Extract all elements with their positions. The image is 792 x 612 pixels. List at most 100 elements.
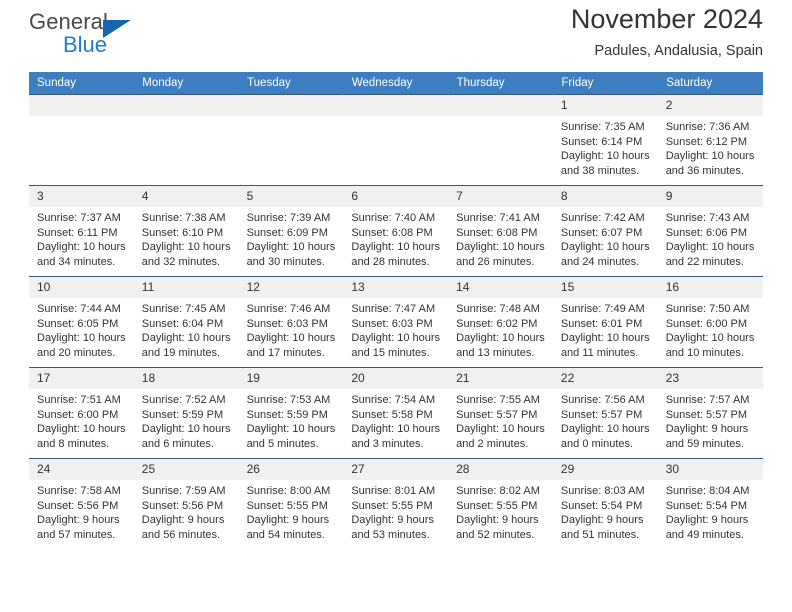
calendar-cell-day[interactable]: 9 Sunrise: 7:43 AM Sunset: 6:06 PM Daylight… [657, 185, 763, 277]
calendar-cell-empty [133, 94, 239, 186]
calendar-cell-day[interactable]: 24 Sunrise: 7:58 AM Sunset: 5:56 PM Dayligh… [29, 458, 134, 549]
daylight-text: Daylight: 9 hours and 53 minutes. [351, 514, 434, 541]
day-sun-info: Sunrise: 7:51 AM Sunset: 6:00 PM Daylight:… [29, 389, 134, 451]
page-title: November 2024 [570, 4, 763, 34]
calendar-cell-day[interactable]: 22 Sunrise: 7:56 AM Sunset: 5:57 PM Dayligh… [552, 367, 658, 459]
sunset-text: Sunset: 5:54 PM [665, 499, 748, 512]
calendar-cell-day[interactable]: 14 Sunrise: 7:48 AM Sunset: 6:02 PM Dayligh… [448, 276, 553, 368]
calendar-cell-day[interactable]: 2 Sunrise: 7:36 AM Sunset: 6:12 PM Daylight… [657, 94, 763, 186]
calendar-cell-empty [448, 94, 553, 186]
calendar-cell-day[interactable]: 28 Sunrise: 8:02 AM Sunset: 5:55 PM Dayligh… [448, 458, 553, 549]
brand-logo[interactable]: General Blue [29, 9, 229, 65]
sunset-text: Sunset: 5:55 PM [246, 499, 328, 512]
calendar-cell-day[interactable]: 6 Sunrise: 7:40 AM Sunset: 6:08 PM Daylight… [343, 185, 449, 277]
calendar-cell-day[interactable]: 1 Sunrise: 7:35 AM Sunset: 6:14 PM Daylight… [552, 94, 658, 186]
daylight-text: Daylight: 10 hours and 13 minutes. [456, 332, 545, 359]
sunrise-text: Sunrise: 8:02 AM [456, 485, 540, 497]
day-number: 8 [552, 186, 658, 207]
sunset-text: Sunset: 6:06 PM [665, 226, 748, 239]
calendar-cell-day[interactable]: 27 Sunrise: 8:01 AM Sunset: 5:55 PM Dayligh… [343, 458, 449, 549]
day-number: 18 [133, 368, 239, 389]
calendar-cell-day[interactable]: 15 Sunrise: 7:49 AM Sunset: 6:01 PM Dayligh… [552, 276, 658, 368]
sunset-text: Sunset: 6:00 PM [37, 408, 119, 421]
daylight-text: Daylight: 10 hours and 24 minutes. [560, 241, 650, 268]
sunset-text: Sunset: 6:04 PM [141, 317, 224, 330]
sunrise-text: Sunrise: 7:46 AM [246, 303, 331, 315]
calendar-week-row: 3 Sunrise: 7:37 AM Sunset: 6:11 PM Daylight… [29, 185, 763, 277]
sunset-text: Sunset: 5:59 PM [141, 408, 224, 421]
daylight-text: Daylight: 9 hours and 51 minutes. [560, 514, 644, 541]
daylight-text: Daylight: 10 hours and 38 minutes. [560, 150, 650, 177]
day-sun-info: Sunrise: 7:35 AM Sunset: 6:14 PM Daylight:… [553, 116, 658, 178]
sunrise-text: Sunrise: 8:00 AM [246, 485, 331, 497]
daylight-text: Daylight: 10 hours and 20 minutes. [37, 332, 126, 359]
calendar-cell-day[interactable]: 30 Sunrise: 8:04 AM Sunset: 5:54 PM Dayligh… [657, 458, 763, 549]
calendar-cell-day[interactable]: 26 Sunrise: 8:00 AM Sunset: 5:55 PM Dayligh… [238, 458, 344, 549]
day-sun-info: Sunrise: 7:50 AM Sunset: 6:00 PM Daylight:… [658, 298, 763, 360]
calendar-cell-day[interactable]: 21 Sunrise: 7:55 AM Sunset: 5:57 PM Dayligh… [448, 367, 553, 459]
day-number: 5 [238, 186, 344, 207]
daylight-text: Daylight: 10 hours and 15 minutes. [351, 332, 441, 359]
sunset-text: Sunset: 6:01 PM [560, 317, 643, 330]
calendar-cell-day[interactable]: 29 Sunrise: 8:03 AM Sunset: 5:54 PM Dayligh… [552, 458, 658, 549]
calendar-cell-day[interactable]: 13 Sunrise: 7:47 AM Sunset: 6:03 PM Dayligh… [343, 276, 449, 368]
calendar-cell-day[interactable]: 20 Sunrise: 7:54 AM Sunset: 5:58 PM Dayligh… [343, 367, 449, 459]
sunset-text: Sunset: 5:54 PM [560, 499, 643, 512]
day-number: 4 [133, 186, 239, 207]
day-number [133, 95, 239, 116]
sunset-text: Sunset: 5:56 PM [37, 499, 119, 512]
calendar-cell-day[interactable]: 18 Sunrise: 7:52 AM Sunset: 5:59 PM Dayligh… [133, 367, 239, 459]
calendar-cell-day[interactable]: 5 Sunrise: 7:39 AM Sunset: 6:09 PM Daylight… [238, 185, 344, 277]
calendar-body: 1 Sunrise: 7:35 AM Sunset: 6:14 PM Daylight… [29, 94, 763, 549]
daylight-text: Daylight: 10 hours and 3 minutes. [351, 423, 441, 450]
calendar-cell-day[interactable]: 8 Sunrise: 7:42 AM Sunset: 6:07 PM Daylight… [552, 185, 658, 277]
daylight-text: Daylight: 10 hours and 6 minutes. [141, 423, 231, 450]
sunset-text: Sunset: 6:10 PM [141, 226, 224, 239]
sunrise-text: Sunrise: 7:49 AM [560, 303, 645, 315]
calendar-cell-day[interactable]: 17 Sunrise: 7:51 AM Sunset: 6:00 PM Dayligh… [29, 367, 134, 459]
day-number: 3 [29, 186, 134, 207]
sunset-text: Sunset: 6:00 PM [665, 317, 748, 330]
day-sun-info: Sunrise: 7:57 AM Sunset: 5:57 PM Daylight:… [658, 389, 763, 451]
day-number [29, 95, 134, 116]
sunrise-text: Sunrise: 7:44 AM [37, 303, 121, 315]
calendar-cell-day[interactable]: 11 Sunrise: 7:45 AM Sunset: 6:04 PM Dayligh… [133, 276, 239, 368]
blue-triangle-icon [103, 20, 131, 38]
sunrise-text: Sunrise: 7:59 AM [141, 485, 226, 497]
day-sun-info: Sunrise: 7:56 AM Sunset: 5:57 PM Daylight:… [553, 389, 658, 451]
sunrise-text: Sunrise: 8:04 AM [665, 485, 750, 497]
daylight-text: Daylight: 10 hours and 28 minutes. [351, 241, 441, 268]
sunrise-text: Sunrise: 7:42 AM [560, 212, 645, 224]
calendar-cell-day[interactable]: 7 Sunrise: 7:41 AM Sunset: 6:08 PM Daylight… [448, 185, 553, 277]
calendar-cell-day[interactable]: 10 Sunrise: 7:44 AM Sunset: 6:05 PM Dayligh… [29, 276, 134, 368]
day-sun-info: Sunrise: 7:55 AM Sunset: 5:57 PM Daylight:… [448, 389, 553, 451]
calendar-cell-day[interactable]: 25 Sunrise: 7:59 AM Sunset: 5:56 PM Dayligh… [133, 458, 239, 549]
calendar-cell-day[interactable]: 3 Sunrise: 7:37 AM Sunset: 6:11 PM Daylight… [29, 185, 134, 277]
day-number: 23 [657, 368, 763, 389]
day-number: 6 [343, 186, 449, 207]
day-number: 14 [448, 277, 553, 298]
sunset-text: Sunset: 5:55 PM [351, 499, 433, 512]
day-sun-info: Sunrise: 7:48 AM Sunset: 6:02 PM Daylight:… [448, 298, 553, 360]
calendar-cell-day[interactable]: 12 Sunrise: 7:46 AM Sunset: 6:03 PM Dayligh… [238, 276, 344, 368]
sunset-text: Sunset: 6:11 PM [37, 226, 118, 239]
day-sun-info: Sunrise: 7:47 AM Sunset: 6:03 PM Daylight:… [343, 298, 448, 360]
sunrise-text: Sunrise: 7:35 AM [560, 121, 645, 133]
weekday-header-saturday: Saturday [657, 72, 763, 95]
page-subtitle: Padules, Andalusia, Spain [594, 43, 764, 59]
daylight-text: Daylight: 10 hours and 36 minutes. [665, 150, 755, 177]
day-sun-info: Sunrise: 7:39 AM Sunset: 6:09 PM Daylight:… [239, 207, 344, 269]
calendar-cell-day[interactable]: 19 Sunrise: 7:53 AM Sunset: 5:59 PM Dayligh… [238, 367, 344, 459]
sunrise-text: Sunrise: 8:01 AM [351, 485, 436, 497]
daylight-text: Daylight: 10 hours and 11 minutes. [560, 332, 650, 359]
day-number: 10 [29, 277, 134, 298]
calendar-cell-day[interactable]: 23 Sunrise: 7:57 AM Sunset: 5:57 PM Dayligh… [657, 367, 763, 459]
calendar-cell-day[interactable]: 4 Sunrise: 7:38 AM Sunset: 6:10 PM Daylight… [133, 185, 239, 277]
day-sun-info: Sunrise: 7:45 AM Sunset: 6:04 PM Daylight:… [134, 298, 239, 360]
calendar-table: Sunday Monday Tuesday Wednesday Thursday… [29, 72, 763, 549]
sunrise-text: Sunrise: 7:43 AM [665, 212, 750, 224]
calendar-cell-day[interactable]: 16 Sunrise: 7:50 AM Sunset: 6:00 PM Dayligh… [657, 276, 763, 368]
day-number [343, 95, 449, 116]
day-number: 22 [552, 368, 658, 389]
title-block: November 2024 Padules, Andalusia, Spain [571, 0, 763, 62]
